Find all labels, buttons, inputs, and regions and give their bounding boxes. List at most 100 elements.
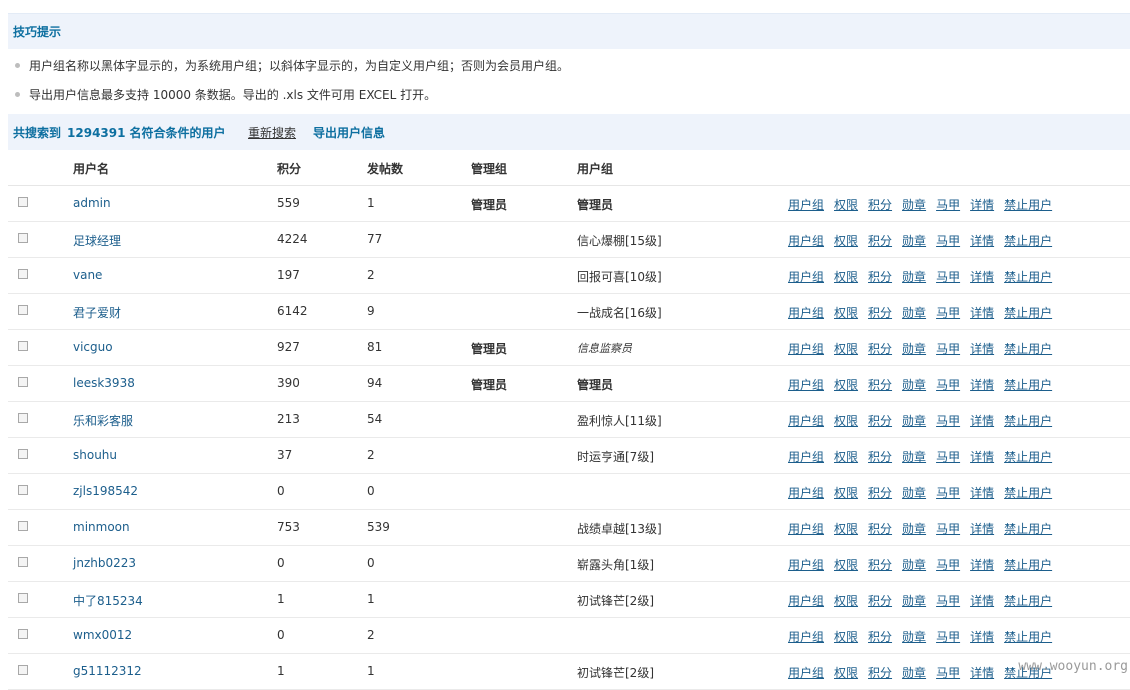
username-link[interactable]: leesk3938 xyxy=(73,376,135,390)
credits-link[interactable]: 积分 xyxy=(868,486,892,500)
ban-user-link[interactable]: 禁止用户 xyxy=(1004,522,1052,536)
alias-link[interactable]: 马甲 xyxy=(936,306,960,320)
ban-user-link[interactable]: 禁止用户 xyxy=(1004,270,1052,284)
credits-link[interactable]: 积分 xyxy=(868,198,892,212)
row-checkbox[interactable] xyxy=(18,485,28,495)
user-group-link[interactable]: 用户组 xyxy=(788,234,824,248)
username-link[interactable]: admin xyxy=(73,196,111,210)
row-checkbox[interactable] xyxy=(18,305,28,315)
medal-link[interactable]: 勋章 xyxy=(902,234,926,248)
medal-link[interactable]: 勋章 xyxy=(902,306,926,320)
ban-user-link[interactable]: 禁止用户 xyxy=(1004,594,1052,608)
username-link[interactable]: jnzhb0223 xyxy=(73,556,136,570)
row-checkbox[interactable] xyxy=(18,197,28,207)
permission-link[interactable]: 权限 xyxy=(834,414,858,428)
alias-link[interactable]: 马甲 xyxy=(936,666,960,680)
permission-link[interactable]: 权限 xyxy=(834,198,858,212)
medal-link[interactable]: 勋章 xyxy=(902,486,926,500)
permission-link[interactable]: 权限 xyxy=(834,522,858,536)
row-checkbox[interactable] xyxy=(18,593,28,603)
detail-link[interactable]: 详情 xyxy=(970,486,994,500)
permission-link[interactable]: 权限 xyxy=(834,594,858,608)
username-link[interactable]: 君子爱财 xyxy=(73,304,121,321)
credits-link[interactable]: 积分 xyxy=(868,450,892,464)
credits-link[interactable]: 积分 xyxy=(868,630,892,644)
alias-link[interactable]: 马甲 xyxy=(936,198,960,212)
credits-link[interactable]: 积分 xyxy=(868,306,892,320)
permission-link[interactable]: 权限 xyxy=(834,558,858,572)
credits-link[interactable]: 积分 xyxy=(868,414,892,428)
credits-link[interactable]: 积分 xyxy=(868,594,892,608)
medal-link[interactable]: 勋章 xyxy=(902,414,926,428)
ban-user-link[interactable]: 禁止用户 xyxy=(1004,486,1052,500)
alias-link[interactable]: 马甲 xyxy=(936,450,960,464)
detail-link[interactable]: 详情 xyxy=(970,198,994,212)
permission-link[interactable]: 权限 xyxy=(834,666,858,680)
user-group-link[interactable]: 用户组 xyxy=(788,270,824,284)
row-checkbox[interactable] xyxy=(18,449,28,459)
medal-link[interactable]: 勋章 xyxy=(902,558,926,572)
alias-link[interactable]: 马甲 xyxy=(936,522,960,536)
permission-link[interactable]: 权限 xyxy=(834,234,858,248)
ban-user-link[interactable]: 禁止用户 xyxy=(1004,414,1052,428)
permission-link[interactable]: 权限 xyxy=(834,270,858,284)
username-link[interactable]: vicguo xyxy=(73,340,113,354)
research-link[interactable]: 重新搜索 xyxy=(248,124,296,141)
user-group-link[interactable]: 用户组 xyxy=(788,594,824,608)
detail-link[interactable]: 详情 xyxy=(970,342,994,356)
permission-link[interactable]: 权限 xyxy=(834,378,858,392)
ban-user-link[interactable]: 禁止用户 xyxy=(1004,378,1052,392)
medal-link[interactable]: 勋章 xyxy=(902,342,926,356)
user-group-link[interactable]: 用户组 xyxy=(788,342,824,356)
alias-link[interactable]: 马甲 xyxy=(936,594,960,608)
row-checkbox[interactable] xyxy=(18,233,28,243)
alias-link[interactable]: 马甲 xyxy=(936,486,960,500)
user-group-link[interactable]: 用户组 xyxy=(788,522,824,536)
credits-link[interactable]: 积分 xyxy=(868,666,892,680)
credits-link[interactable]: 积分 xyxy=(868,342,892,356)
ban-user-link[interactable]: 禁止用户 xyxy=(1004,234,1052,248)
user-group-link[interactable]: 用户组 xyxy=(788,414,824,428)
row-checkbox[interactable] xyxy=(18,413,28,423)
user-group-link[interactable]: 用户组 xyxy=(788,198,824,212)
username-link[interactable]: 乐和彩客服 xyxy=(73,412,133,429)
ban-user-link[interactable]: 禁止用户 xyxy=(1004,306,1052,320)
detail-link[interactable]: 详情 xyxy=(970,234,994,248)
username-link[interactable]: minmoon xyxy=(73,520,130,534)
ban-user-link[interactable]: 禁止用户 xyxy=(1004,630,1052,644)
credits-link[interactable]: 积分 xyxy=(868,234,892,248)
permission-link[interactable]: 权限 xyxy=(834,306,858,320)
detail-link[interactable]: 详情 xyxy=(970,414,994,428)
user-group-link[interactable]: 用户组 xyxy=(788,450,824,464)
medal-link[interactable]: 勋章 xyxy=(902,630,926,644)
alias-link[interactable]: 马甲 xyxy=(936,558,960,572)
user-group-link[interactable]: 用户组 xyxy=(788,630,824,644)
detail-link[interactable]: 详情 xyxy=(970,306,994,320)
detail-link[interactable]: 详情 xyxy=(970,594,994,608)
permission-link[interactable]: 权限 xyxy=(834,450,858,464)
user-group-link[interactable]: 用户组 xyxy=(788,486,824,500)
permission-link[interactable]: 权限 xyxy=(834,486,858,500)
medal-link[interactable]: 勋章 xyxy=(902,270,926,284)
ban-user-link[interactable]: 禁止用户 xyxy=(1004,450,1052,464)
medal-link[interactable]: 勋章 xyxy=(902,594,926,608)
detail-link[interactable]: 详情 xyxy=(970,270,994,284)
row-checkbox[interactable] xyxy=(18,269,28,279)
user-group-link[interactable]: 用户组 xyxy=(788,558,824,572)
alias-link[interactable]: 马甲 xyxy=(936,630,960,644)
alias-link[interactable]: 马甲 xyxy=(936,234,960,248)
user-group-link[interactable]: 用户组 xyxy=(788,666,824,680)
credits-link[interactable]: 积分 xyxy=(868,270,892,284)
user-group-link[interactable]: 用户组 xyxy=(788,306,824,320)
username-link[interactable]: 中了815234 xyxy=(73,592,143,609)
ban-user-link[interactable]: 禁止用户 xyxy=(1004,198,1052,212)
row-checkbox[interactable] xyxy=(18,665,28,675)
alias-link[interactable]: 马甲 xyxy=(936,378,960,392)
user-group-link[interactable]: 用户组 xyxy=(788,378,824,392)
username-link[interactable]: zjls198542 xyxy=(73,484,138,498)
row-checkbox[interactable] xyxy=(18,341,28,351)
permission-link[interactable]: 权限 xyxy=(834,342,858,356)
detail-link[interactable]: 详情 xyxy=(970,666,994,680)
medal-link[interactable]: 勋章 xyxy=(902,666,926,680)
permission-link[interactable]: 权限 xyxy=(834,630,858,644)
